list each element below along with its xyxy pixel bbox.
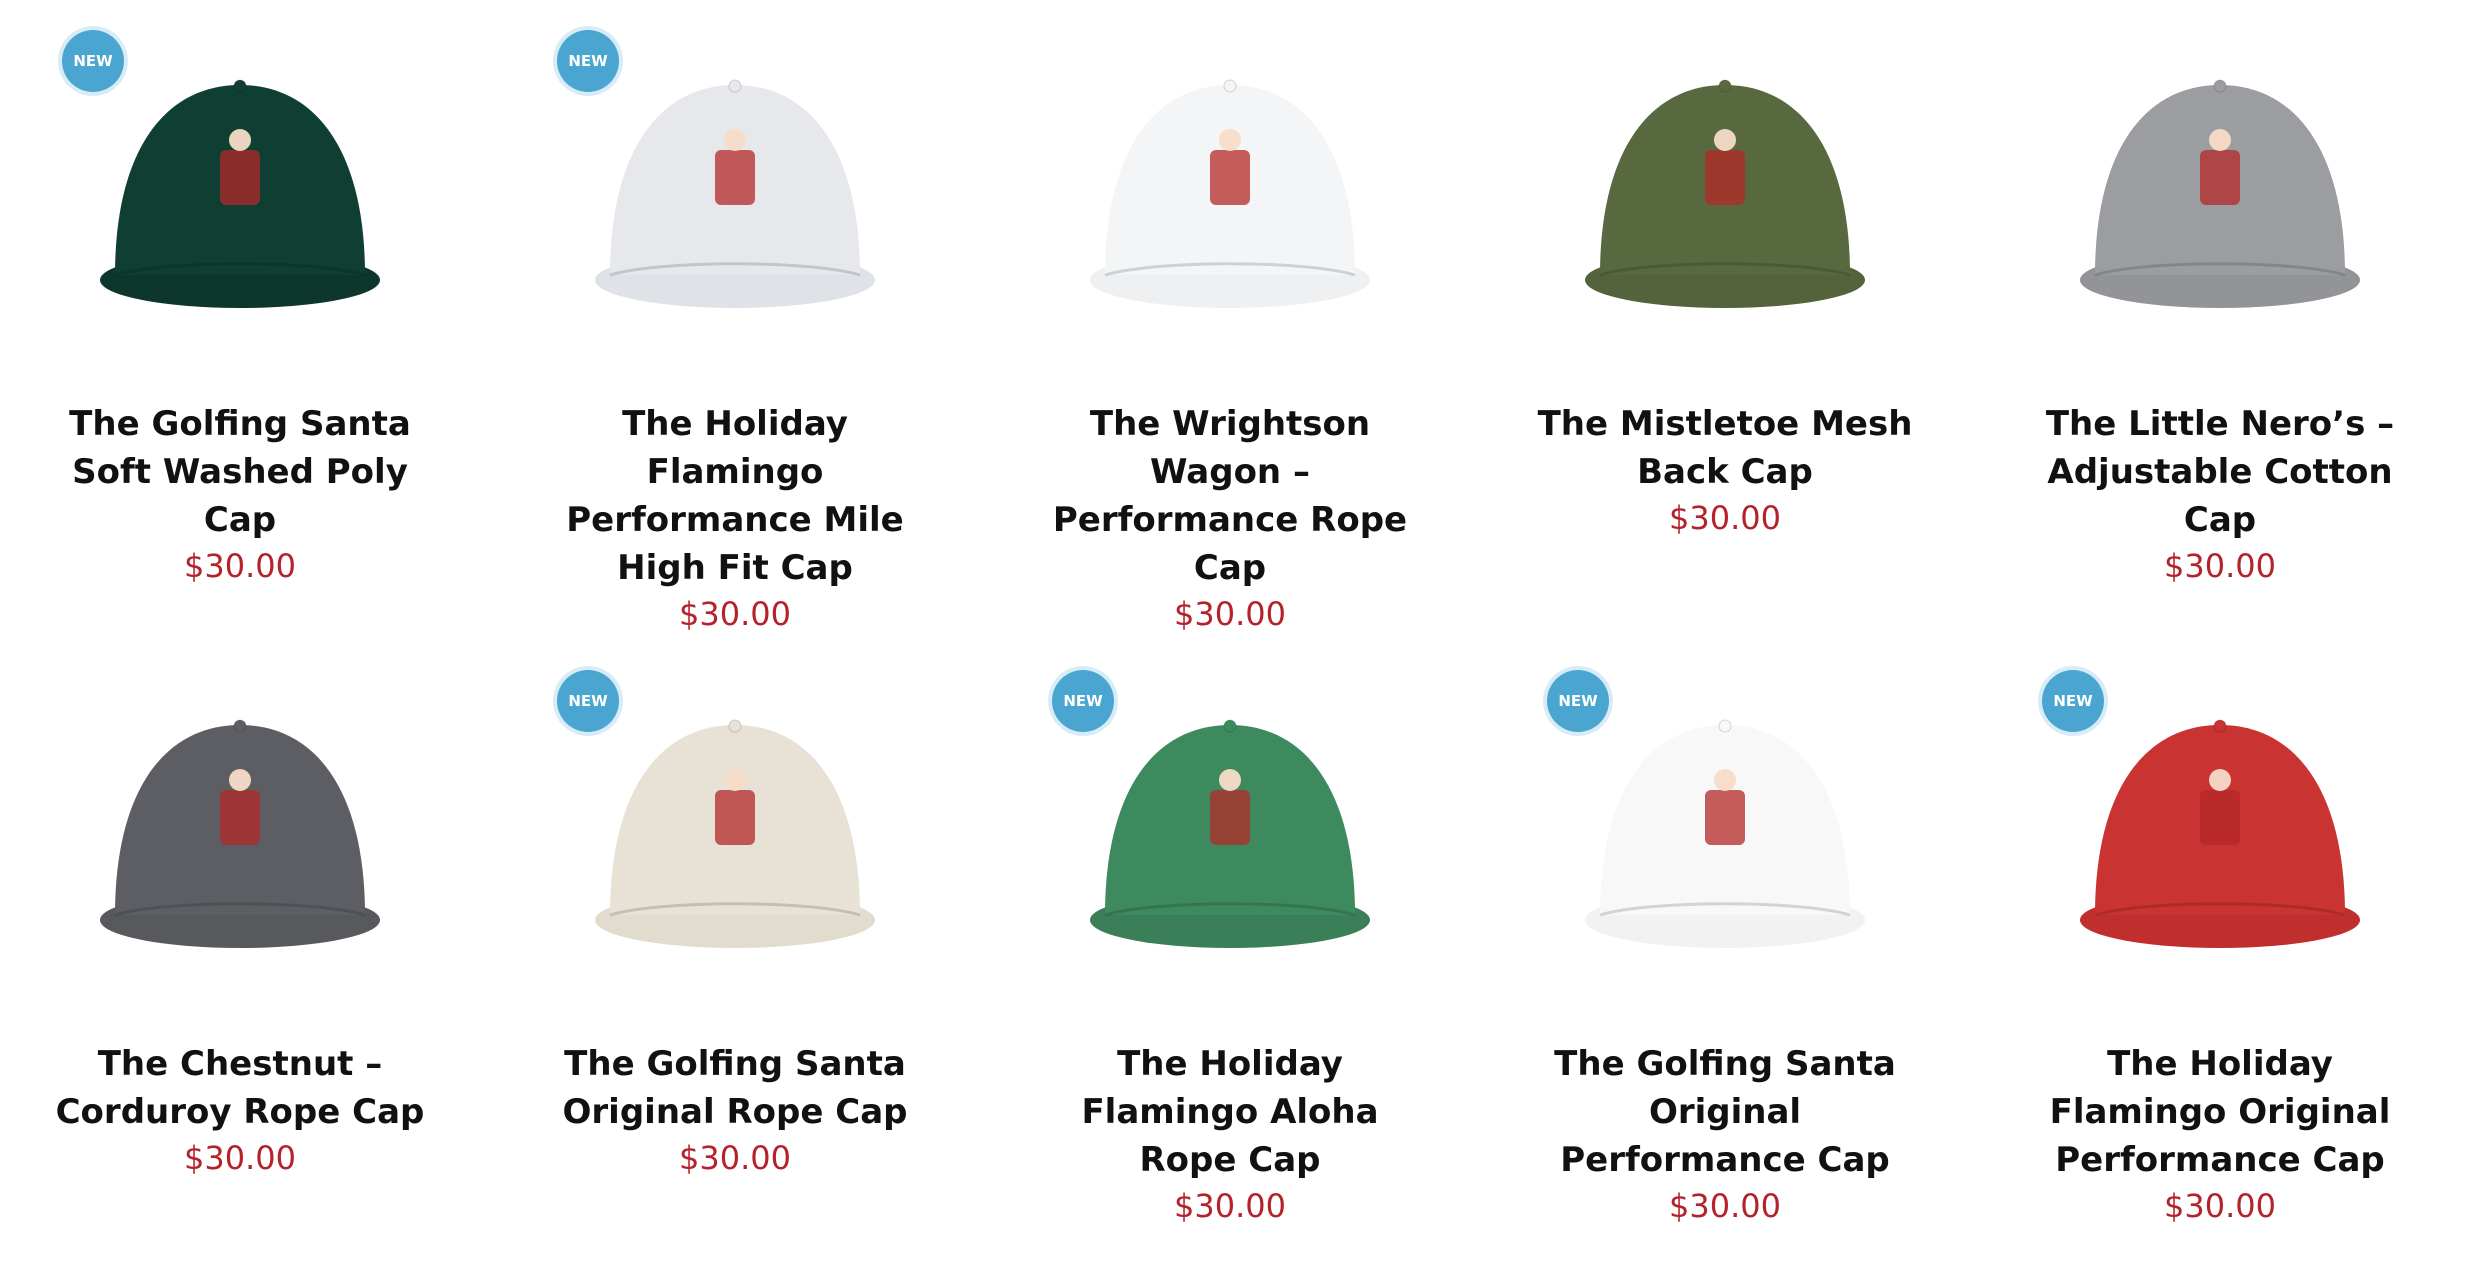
little-neros-pizza-logo-icon [2080,79,2360,308]
product-card[interactable]: The Mistletoe Mesh Back Cap $30.00 [1505,10,1945,540]
product-title[interactable]: The Holiday Flamingo Performance Mile Hi… [535,400,935,592]
product-price: $30.00 [1669,1187,1781,1225]
product-image[interactable] [1010,10,1450,370]
product-price: $30.00 [184,547,296,585]
product-image[interactable]: NEW [20,10,460,370]
wagon-logo-icon [1090,79,1370,308]
wagon-logo-icon [100,719,380,948]
product-price: $30.00 [1669,499,1781,537]
product-price: $30.00 [679,595,791,633]
new-badge: NEW [557,670,619,732]
product-title[interactable]: The Mistletoe Mesh Back Cap [1525,400,1925,496]
product-title[interactable]: The Golfing Santa Original Rope Cap [535,1040,935,1136]
holiday-flamingo-logo-icon [1090,719,1370,948]
product-card[interactable]: The Wrightson Wagon – Performance Rope C… [1010,10,1450,636]
product-card[interactable]: The Chestnut – Corduroy Rope Cap $30.00 [20,650,460,1180]
product-price: $30.00 [1174,1187,1286,1225]
product-image[interactable]: NEW [1010,650,1450,1010]
product-title[interactable]: The Wrightson Wagon – Performance Rope C… [1030,400,1430,592]
new-badge: NEW [2042,670,2104,732]
product-price: $30.00 [184,1139,296,1177]
product-card[interactable]: NEW The Golfing Santa Soft Washed Poly Ca… [20,10,460,588]
product-card[interactable]: NEW The Holiday Flamingo Performance Mile… [515,10,955,636]
product-title[interactable]: The Golfing Santa Soft Washed Poly Cap [40,400,440,544]
new-badge: NEW [557,30,619,92]
product-price: $30.00 [2164,547,2276,585]
product-price: $30.00 [679,1139,791,1177]
holiday-flamingo-logo-icon [2080,719,2360,948]
golfing-santa-logo-icon [1585,719,1865,948]
product-card[interactable]: The Little Nero’s – Adjustable Cotton Ca… [2000,10,2440,588]
product-card[interactable]: NEW The Golfing Santa Original Rope Cap $3… [515,650,955,1180]
product-image[interactable]: NEW [515,650,955,1010]
product-image[interactable]: NEW [1505,650,1945,1010]
product-price: $30.00 [2164,1187,2276,1225]
product-title[interactable]: The Chestnut – Corduroy Rope Cap [40,1040,440,1136]
product-image[interactable] [2000,10,2440,370]
product-card[interactable]: NEW The Golfing Santa Original Performanc… [1505,650,1945,1228]
product-card[interactable]: NEW The Holiday Flamingo Aloha Rope Cap $3… [1010,650,1450,1228]
product-title[interactable]: The Holiday Flamingo Aloha Rope Cap [1030,1040,1430,1184]
product-image[interactable]: NEW [2000,650,2440,1010]
product-image[interactable] [20,650,460,1010]
product-title[interactable]: The Golfing Santa Original Performance C… [1525,1040,1925,1184]
product-image[interactable]: NEW [515,10,955,370]
new-badge: NEW [62,30,124,92]
product-title[interactable]: The Holiday Flamingo Original Performanc… [2020,1040,2420,1184]
golfing-santa-logo-icon [100,79,380,308]
wagon-logo-icon [1585,79,1865,308]
product-title[interactable]: The Little Nero’s – Adjustable Cotton Ca… [2020,400,2420,544]
product-grid: NEW The Golfing Santa Soft Washed Poly Ca… [0,0,2478,1287]
golfing-santa-logo-icon [595,719,875,948]
new-badge: NEW [1547,670,1609,732]
product-card[interactable]: NEW The Holiday Flamingo Original Perform… [2000,650,2440,1228]
holiday-flamingo-logo-icon [595,79,875,308]
new-badge: NEW [1052,670,1114,732]
product-image[interactable] [1505,10,1945,370]
product-price: $30.00 [1174,595,1286,633]
